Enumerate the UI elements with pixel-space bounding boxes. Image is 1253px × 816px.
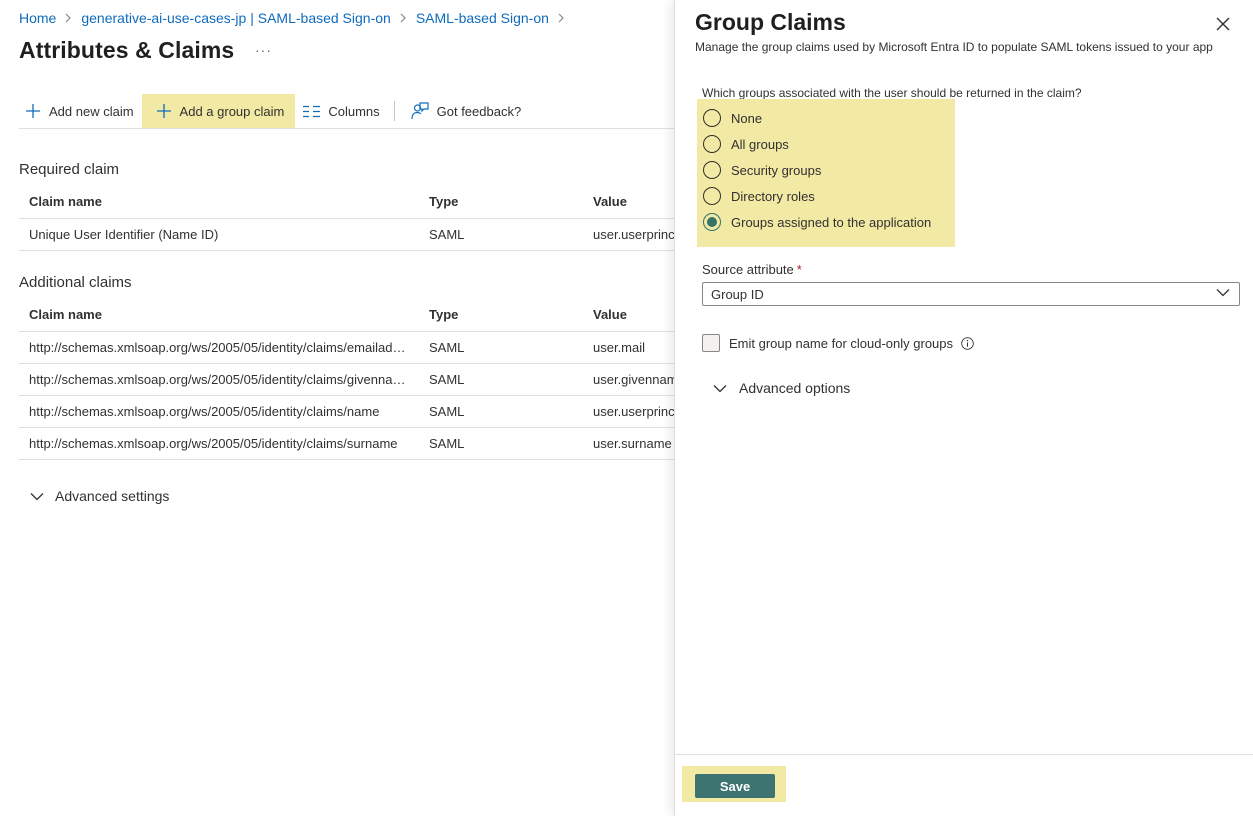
additional-claims-title: Additional claims [19, 274, 132, 291]
save-highlight: Save [682, 766, 786, 802]
table-header-row: Claim name Type Value [19, 186, 674, 219]
breadcrumb-saml[interactable]: SAML-based Sign-on [416, 10, 549, 26]
breadcrumb-app[interactable]: generative-ai-use-cases-jp | SAML-based … [81, 10, 390, 26]
required-marker: * [796, 262, 802, 277]
radio-label: All groups [731, 136, 789, 152]
column-header-claim-name[interactable]: Claim name [19, 299, 419, 332]
toolbar-divider [393, 101, 395, 121]
chevron-right-icon [557, 13, 565, 23]
add-group-claim-button[interactable]: Add a group claim [141, 93, 296, 129]
chevron-down-icon [30, 492, 44, 501]
claim-name-cell: Unique User Identifier (Name ID) [19, 218, 419, 251]
column-header-claim-name[interactable]: Claim name [19, 186, 419, 219]
panel-title: Group Claims [695, 9, 846, 35]
footer-divider [675, 754, 1253, 755]
claim-value-cell: user.surname [583, 427, 674, 460]
group-options-radio-group: None All groups Security groups Director… [697, 99, 955, 247]
radio-button[interactable] [703, 135, 721, 153]
source-attribute-value: Group ID [711, 286, 764, 302]
chevron-right-icon [64, 13, 72, 23]
source-attribute-dropdown[interactable]: Group ID [702, 282, 1240, 306]
claim-value-cell: user.userprincipalname [583, 395, 674, 428]
column-header-value[interactable]: Value [583, 186, 674, 219]
radio-label: None [731, 110, 763, 126]
feedback-label: Got feedback? [436, 103, 522, 119]
table-header-row: Claim name Type Value [19, 299, 674, 332]
plus-icon [156, 103, 172, 119]
chevron-right-icon [399, 13, 407, 23]
feedback-icon [411, 102, 429, 120]
columns-label: Columns [328, 103, 380, 119]
radio-label: Directory roles [731, 188, 815, 204]
claim-name-cell: http://schemas.xmlsoap.org/ws/2005/05/id… [19, 331, 419, 364]
main-page: Home generative-ai-use-cases-jp | SAML-b… [0, 0, 674, 816]
radio-all-groups[interactable]: All groups [703, 135, 789, 153]
radio-button[interactable] [703, 187, 721, 205]
info-icon[interactable] [961, 336, 974, 350]
command-bar: Add new claim Add a group claim Columns [19, 93, 529, 129]
table-row[interactable]: Unique User Identifier (Name ID) SAML us… [19, 218, 674, 251]
columns-icon [303, 105, 321, 118]
claim-type-cell: SAML [419, 331, 583, 364]
radio-label: Security groups [731, 162, 822, 178]
required-claim-title: Required claim [19, 161, 120, 178]
claim-type-cell: SAML [419, 363, 583, 396]
table-row[interactable]: http://schemas.xmlsoap.org/ws/2005/05/id… [19, 363, 674, 396]
feedback-button[interactable]: Got feedback? [403, 93, 530, 129]
radio-security-groups[interactable]: Security groups [703, 161, 821, 179]
panel-subtitle: Manage the group claims used by Microsof… [695, 40, 1213, 54]
breadcrumb-home[interactable]: Home [19, 10, 56, 26]
radio-none[interactable]: None [703, 109, 762, 127]
chevron-down-icon [1216, 288, 1230, 297]
plus-icon [25, 103, 41, 119]
claim-name-cell: http://schemas.xmlsoap.org/ws/2005/05/id… [19, 363, 419, 396]
radio-button[interactable] [703, 161, 721, 179]
breadcrumb: Home generative-ai-use-cases-jp | SAML-b… [19, 10, 574, 26]
claim-type-cell: SAML [419, 395, 583, 428]
add-group-claim-label: Add a group claim [179, 103, 285, 119]
claim-name-cell: http://schemas.xmlsoap.org/ws/2005/05/id… [19, 427, 419, 460]
advanced-options-toggle[interactable]: Advanced options [713, 380, 850, 396]
claim-value-cell: user.mail [583, 331, 674, 364]
radio-label: Groups assigned to the application [731, 214, 932, 230]
toolbar-divider-line [19, 128, 674, 129]
page-title: Attributes & Claims [19, 37, 235, 63]
claim-type-cell: SAML [419, 427, 583, 460]
column-header-value[interactable]: Value [583, 299, 674, 332]
radio-directory-roles[interactable]: Directory roles [703, 187, 815, 205]
add-new-claim-button[interactable]: Add new claim [19, 93, 142, 129]
source-attribute-label: Source attribute * [702, 262, 802, 277]
group-claims-panel: Group Claims Manage the group claims use… [674, 0, 1253, 816]
table-row[interactable]: http://schemas.xmlsoap.org/ws/2005/05/id… [19, 331, 674, 364]
chevron-down-icon [713, 384, 727, 393]
columns-button[interactable]: Columns [295, 93, 387, 129]
column-header-type[interactable]: Type [419, 299, 583, 332]
radio-button-selected[interactable] [703, 213, 721, 231]
advanced-settings-label: Advanced settings [55, 488, 170, 504]
source-attribute-text: Source attribute [702, 262, 794, 277]
radio-groups-assigned-to-application[interactable]: Groups assigned to the application [703, 213, 931, 231]
emit-group-name-checkbox[interactable] [702, 334, 720, 352]
groups-question: Which groups associated with the user sh… [702, 86, 1082, 100]
claim-value-cell: user.givenname [583, 363, 674, 396]
table-row[interactable]: http://schemas.xmlsoap.org/ws/2005/05/id… [19, 427, 674, 460]
claim-type-cell: SAML [419, 218, 583, 251]
table-row[interactable]: http://schemas.xmlsoap.org/ws/2005/05/id… [19, 395, 674, 428]
emit-group-name-checkbox-row[interactable]: Emit group name for cloud-only groups [702, 334, 974, 352]
emit-group-name-label: Emit group name for cloud-only groups [729, 335, 954, 351]
advanced-settings-toggle[interactable]: Advanced settings [30, 488, 169, 504]
claim-name-cell: http://schemas.xmlsoap.org/ws/2005/05/id… [19, 395, 419, 428]
more-options-button[interactable]: ··· [255, 42, 272, 58]
claim-value-cell: user.userprincipalname [583, 218, 674, 251]
close-icon[interactable] [1215, 16, 1231, 32]
advanced-options-label: Advanced options [739, 380, 851, 396]
add-new-claim-label: Add new claim [49, 103, 134, 119]
column-header-type[interactable]: Type [419, 186, 583, 219]
save-button[interactable]: Save [695, 774, 775, 798]
radio-button[interactable] [703, 109, 721, 127]
additional-claims-table: Claim name Type Value http://schemas.xml… [19, 299, 674, 460]
required-claims-table: Claim name Type Value Unique User Identi… [19, 186, 674, 251]
